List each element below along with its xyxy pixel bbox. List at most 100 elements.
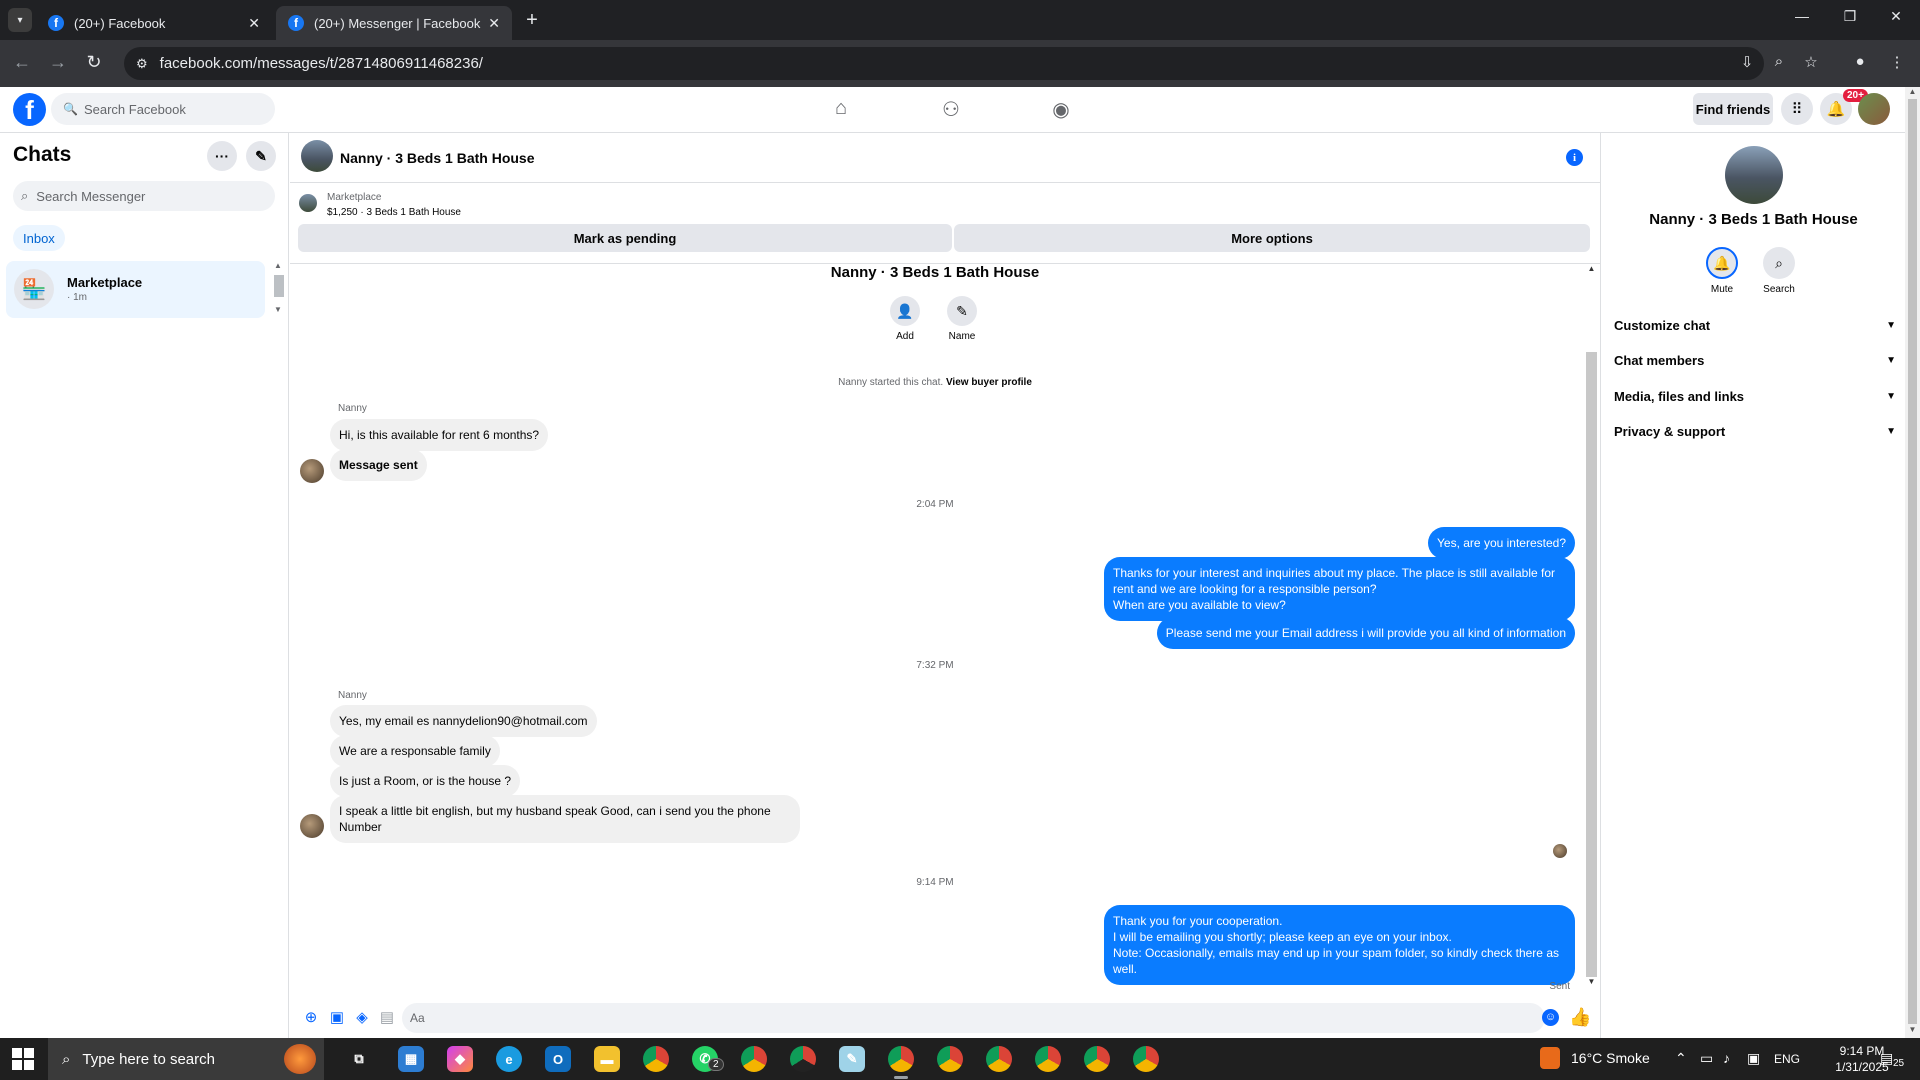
browser-tab-messenger[interactable]: f (20+) Messenger | Facebook ✕ — [276, 6, 512, 40]
scroll-down-icon[interactable]: ▼ — [272, 305, 284, 314]
windows-start-icon[interactable] — [12, 1048, 34, 1070]
sender-avatar[interactable] — [300, 459, 324, 483]
info-icon[interactable]: i — [1566, 149, 1583, 166]
friends-icon[interactable]: ⚇ — [938, 97, 964, 123]
sender-avatar[interactable] — [300, 814, 324, 838]
chrome-profile-icon[interactable] — [1133, 1046, 1159, 1072]
search-action[interactable]: ⌕ Search — [1749, 247, 1809, 295]
thumbs-up-icon[interactable]: 👍 — [1569, 1007, 1591, 1028]
incoming-message[interactable]: Message sent — [330, 449, 427, 481]
facebook-search-input[interactable]: 🔍 Search Facebook — [51, 93, 275, 125]
taskbar-search-input[interactable]: ⌕ Type here to search — [48, 1038, 324, 1080]
scroll-up-icon[interactable]: ▲ — [1905, 87, 1920, 96]
tab-close-icon[interactable]: ✕ — [248, 15, 260, 32]
customize-chat-section[interactable]: Customize chat ▼ — [1614, 310, 1896, 340]
forward-icon[interactable]: → — [46, 52, 70, 73]
find-friends-button[interactable]: Find friends — [1693, 93, 1773, 125]
install-app-icon[interactable]: ⇩ — [1736, 53, 1758, 71]
weather-text[interactable]: 16°C Smoke — [1571, 1050, 1650, 1066]
emoji-icon[interactable]: ☺ — [1542, 1009, 1559, 1026]
chat-members-section[interactable]: Chat members ▼ — [1614, 345, 1896, 375]
home-icon[interactable]: ⌂ — [828, 97, 854, 123]
new-message-icon[interactable]: ✎ — [246, 141, 276, 171]
incoming-message[interactable]: Hi, is this available for rent 6 months? — [330, 419, 549, 451]
mark-as-pending-button[interactable]: Mark as pending — [298, 224, 952, 252]
scroll-thumb[interactable] — [1908, 99, 1917, 1024]
conversation-avatar[interactable] — [301, 140, 333, 172]
scroll-down-icon[interactable]: ▼ — [1586, 977, 1597, 986]
microsoft-store-icon[interactable]: ▦ — [398, 1046, 424, 1072]
sticker-icon[interactable]: ◈ — [353, 1009, 371, 1027]
tray-overflow-icon[interactable]: ⌃ — [1675, 1050, 1687, 1067]
facebook-logo[interactable]: f — [13, 93, 46, 126]
chrome-profile-icon[interactable] — [888, 1046, 914, 1079]
search-highlight-icon[interactable] — [284, 1044, 316, 1074]
mute-action[interactable]: 🔔 Mute — [1692, 247, 1752, 295]
address-bar[interactable]: ⚙ facebook.com/messages/t/28714806911468… — [124, 47, 1764, 80]
browser-menu-icon[interactable]: ⋮ — [1886, 53, 1908, 71]
new-tab-button[interactable]: + — [520, 8, 544, 32]
privacy-support-section[interactable]: Privacy & support ▼ — [1614, 416, 1896, 446]
notification-center-icon[interactable]: ▤ — [1880, 1050, 1893, 1067]
browser-tab-facebook[interactable]: f (20+) Facebook ✕ — [36, 6, 272, 40]
display-icon[interactable]: ▭ — [1700, 1050, 1713, 1067]
scroll-thumb[interactable] — [274, 275, 284, 297]
more-options-button[interactable]: More options — [954, 224, 1590, 252]
groups-icon[interactable]: ◉ — [1048, 97, 1074, 123]
profile-icon[interactable]: ● — [1849, 53, 1871, 70]
inbox-filter-chip[interactable]: Inbox — [13, 225, 65, 251]
incoming-message[interactable]: Is just a Room, or is the house ? — [330, 765, 521, 797]
incoming-message[interactable]: We are a responsable family — [330, 735, 500, 767]
page-scrollbar[interactable]: ▲ ▼ — [1905, 87, 1920, 1038]
scroll-up-icon[interactable]: ▲ — [1586, 264, 1597, 273]
scroll-up-icon[interactable]: ▲ — [272, 261, 284, 270]
chat-options-icon[interactable]: ··· — [207, 141, 237, 171]
tab-search-dropdown[interactable]: ▾ — [8, 8, 32, 32]
media-files-links-section[interactable]: Media, files and links ▼ — [1614, 381, 1896, 411]
bookmark-star-icon[interactable]: ☆ — [1800, 53, 1822, 71]
reload-icon[interactable]: ↻ — [82, 52, 106, 73]
zoom-icon[interactable]: ⌕ — [1768, 53, 1790, 70]
weather-icon[interactable] — [1540, 1047, 1560, 1069]
scroll-thumb[interactable] — [1586, 352, 1597, 977]
conversation-scrollbar[interactable]: ▲ ▼ — [1584, 264, 1598, 989]
scroll-down-icon[interactable]: ▼ — [1905, 1025, 1920, 1034]
chrome-profile-icon[interactable] — [986, 1046, 1012, 1072]
chrome-icon[interactable] — [643, 1046, 669, 1072]
file-explorer-icon[interactable]: ▬ — [594, 1046, 620, 1072]
chrome-profile-icon[interactable] — [741, 1046, 767, 1072]
tab-close-icon[interactable]: ✕ — [488, 15, 500, 32]
account-avatar[interactable] — [1858, 93, 1890, 125]
menu-grid-icon[interactable]: ⠿ — [1781, 93, 1813, 125]
chat-list-scrollbar[interactable]: ▲ ▼ — [272, 261, 284, 317]
back-icon[interactable]: ← — [10, 52, 34, 73]
chrome-profile-icon[interactable] — [1084, 1046, 1110, 1072]
network-icon[interactable]: ▣ — [1747, 1050, 1760, 1067]
listing-title[interactable]: $1,250 · 3 Beds 1 Bath House — [327, 207, 461, 218]
language-indicator[interactable]: ENG — [1774, 1052, 1800, 1066]
edge-icon[interactable]: e — [496, 1046, 522, 1072]
incoming-message[interactable]: Yes, my email es nannydelion90@hotmail.c… — [330, 705, 597, 737]
chrome-profile-icon[interactable] — [790, 1046, 816, 1072]
messenger-search-input[interactable]: ⌕ Search Messenger — [13, 181, 275, 211]
minimize-icon[interactable]: — — [1790, 8, 1814, 24]
pencil-icon[interactable]: ✎ — [947, 296, 977, 326]
listing-thumbnail[interactable] — [299, 194, 317, 212]
search-icon[interactable]: ⌕ — [1763, 247, 1795, 279]
add-person-icon[interactable]: 👤 — [890, 296, 920, 326]
conversation-title[interactable]: Nanny · 3 Beds 1 Bath House — [340, 150, 535, 166]
task-view-icon[interactable]: ⧉ — [346, 1046, 372, 1072]
chrome-profile-icon[interactable] — [1035, 1046, 1061, 1072]
outgoing-message[interactable]: Thanks for your interest and inquiries a… — [1104, 557, 1575, 621]
site-info-icon[interactable]: ⚙ — [136, 56, 148, 72]
restore-icon[interactable]: ❐ — [1838, 8, 1862, 25]
chrome-profile-icon[interactable] — [937, 1046, 963, 1072]
volume-icon[interactable]: ♪ — [1723, 1050, 1730, 1066]
outgoing-message[interactable]: Please send me your Email address i will… — [1156, 617, 1575, 649]
chat-avatar-large[interactable] — [1725, 146, 1783, 204]
chat-list-item[interactable]: 🏪 Marketplace · 1m — [6, 261, 265, 318]
notepad-icon[interactable]: ✎ — [839, 1046, 865, 1072]
more-actions-plus-icon[interactable]: ⊕ — [302, 1009, 320, 1027]
view-buyer-profile-link[interactable]: View buyer profile — [946, 377, 1032, 388]
add-action[interactable]: 👤 Add — [875, 296, 935, 342]
